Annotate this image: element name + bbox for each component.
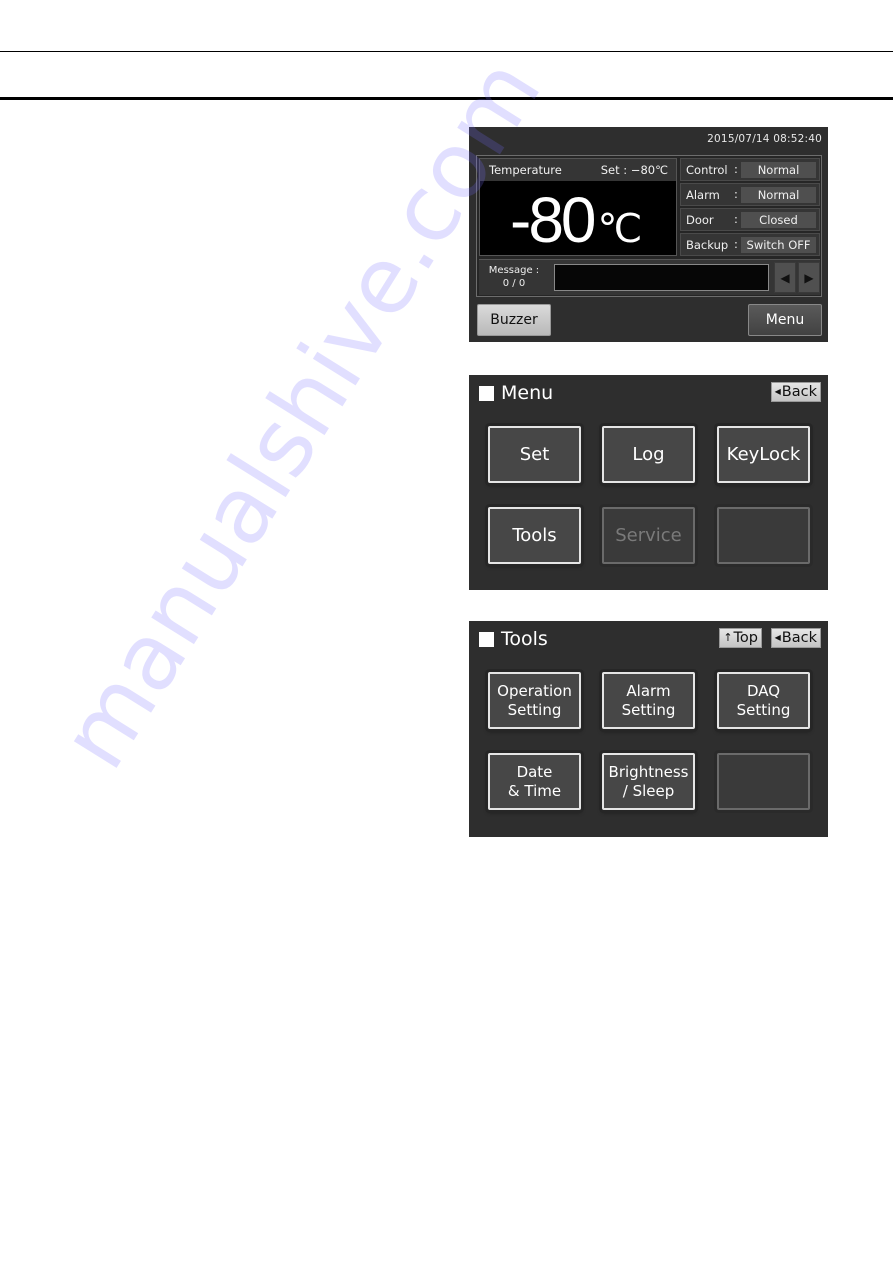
status-frame: Temperature Set : −80℃ -80 ℃ Control : No…	[476, 155, 822, 297]
menu-title-text: Menu	[501, 382, 554, 404]
back-button[interactable]: ◀ Back	[770, 382, 821, 402]
message-prev-button[interactable]: ◀	[774, 262, 796, 293]
button-line: Setting	[621, 700, 676, 719]
status-row-backup: Backup : Switch OFF	[680, 233, 820, 256]
arrow-right-icon: ▶	[804, 271, 814, 285]
triangle-left-icon: ◀	[774, 633, 781, 642]
status-list: Control : Normal Alarm : Normal Door : C…	[680, 158, 820, 256]
temperature-label: Temperature	[489, 163, 562, 177]
message-count: 0 / 0	[502, 278, 526, 289]
set-temperature: Set : −80℃	[600, 163, 668, 177]
message-label: Message :	[488, 265, 540, 276]
datetime-display: 2015/07/14 08:52:40	[707, 133, 822, 145]
status-row-alarm: Alarm : Normal	[680, 183, 820, 206]
daq-setting-button[interactable]: DAQ Setting	[717, 672, 810, 729]
header-rule-thick	[0, 97, 893, 100]
current-temperature: -80 ℃	[510, 185, 642, 264]
button-line: DAQ	[746, 681, 781, 700]
arrow-up-icon: ↑	[723, 631, 733, 644]
status-key: Alarm	[686, 188, 720, 202]
button-line: Date	[516, 762, 553, 781]
message-next-button[interactable]: ▶	[798, 262, 820, 293]
status-key: Door	[686, 213, 714, 227]
menu-service-button: Service	[602, 507, 695, 564]
status-key: Backup	[686, 238, 729, 252]
status-colon: :	[734, 162, 738, 176]
button-line: Setting	[736, 700, 791, 719]
buzzer-button[interactable]: Buzzer	[477, 304, 551, 336]
status-colon: :	[734, 187, 738, 201]
status-value: Normal	[741, 162, 816, 178]
status-colon: :	[734, 237, 738, 251]
menu-button[interactable]: Menu	[748, 304, 822, 336]
status-key: Control	[686, 163, 728, 177]
status-value: Closed	[741, 212, 816, 228]
temperature-box: Temperature Set : −80℃ -80 ℃	[479, 158, 677, 256]
message-display	[554, 264, 769, 291]
status-colon: :	[734, 212, 738, 226]
menu-tools-button[interactable]: Tools	[488, 507, 581, 564]
triangle-left-icon: ◀	[774, 387, 781, 396]
square-icon	[479, 385, 494, 401]
back-label: Back	[781, 630, 817, 646]
button-line: Brightness	[608, 762, 689, 781]
menu-set-button[interactable]: Set	[488, 426, 581, 483]
menu-screen: Menu ◀ Back Set Log KeyLock Tools Servic…	[469, 375, 828, 590]
button-line: Alarm	[626, 681, 671, 700]
status-row-door: Door : Closed	[680, 208, 820, 231]
temperature-unit: ℃	[597, 207, 643, 251]
status-screen: 2015/07/14 08:52:40 Temperature Set : −8…	[469, 127, 828, 342]
button-line: Setting	[507, 700, 562, 719]
header-rule-thin	[0, 51, 893, 52]
menu-title: Menu	[479, 382, 553, 404]
tools-screen: Tools ↑ Top ◀ Back Operation Setting Ala…	[469, 621, 828, 837]
status-value: Switch OFF	[741, 237, 816, 253]
date-time-button[interactable]: Date & Time	[488, 753, 581, 810]
button-line: Operation	[497, 681, 572, 700]
brightness-sleep-button[interactable]: Brightness / Sleep	[602, 753, 695, 810]
temperature-value: -80	[510, 184, 596, 256]
menu-empty-slot	[717, 507, 810, 564]
status-value: Normal	[741, 187, 816, 203]
menu-keylock-button[interactable]: KeyLock	[717, 426, 810, 483]
tools-title-text: Tools	[501, 628, 548, 650]
tools-empty-slot	[717, 753, 810, 810]
operation-setting-button[interactable]: Operation Setting	[488, 672, 581, 729]
menu-log-button[interactable]: Log	[602, 426, 695, 483]
back-label: Back	[781, 384, 817, 400]
status-row-control: Control : Normal	[680, 158, 820, 181]
top-label: Top	[733, 630, 758, 646]
back-button[interactable]: ◀ Back	[770, 628, 821, 648]
top-button[interactable]: ↑ Top	[719, 628, 762, 648]
message-label-block: Message : 0 / 0	[485, 264, 543, 290]
tools-title: Tools	[479, 628, 548, 650]
message-row: Message : 0 / 0 ◀ ▶	[479, 259, 820, 295]
button-line: / Sleep	[622, 781, 675, 800]
button-line: & Time	[507, 781, 562, 800]
alarm-setting-button[interactable]: Alarm Setting	[602, 672, 695, 729]
temperature-header: Temperature Set : −80℃	[480, 159, 676, 181]
arrow-left-icon: ◀	[780, 271, 790, 285]
square-icon	[479, 631, 494, 647]
